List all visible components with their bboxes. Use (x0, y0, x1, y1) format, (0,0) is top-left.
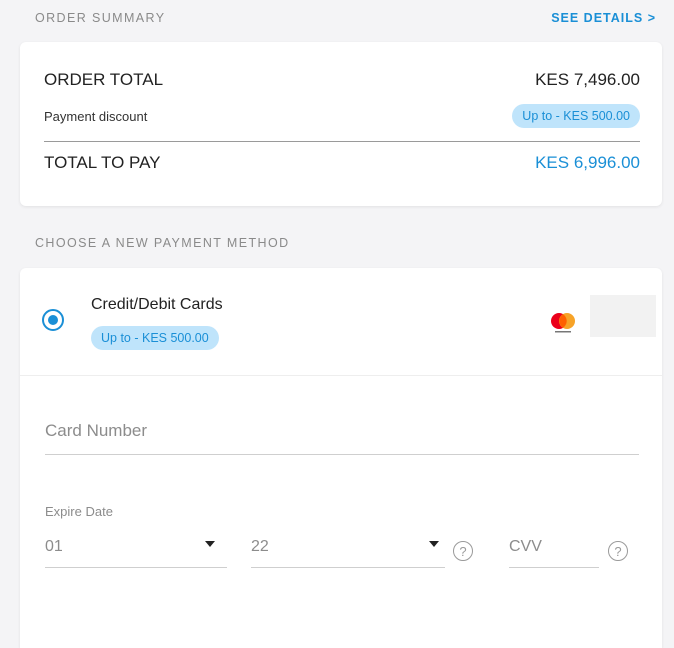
cvv-input[interactable]: CVV (509, 536, 599, 568)
cvv-placeholder: CVV (509, 538, 542, 555)
expire-month-value: 01 (45, 538, 63, 555)
payment-method-header: CHOOSE A NEW PAYMENT METHOD (35, 236, 656, 250)
card-brand-placeholder (590, 295, 656, 337)
total-to-pay-value: KES 6,996.00 (535, 153, 640, 172)
see-details-link[interactable]: SEE DETAILS > (551, 11, 656, 25)
card-number-input[interactable]: Card Number (45, 421, 639, 455)
expire-month-select[interactable]: 01 (45, 536, 227, 568)
mastercard-icon (551, 313, 575, 333)
total-to-pay-label: TOTAL TO PAY (44, 153, 161, 172)
chevron-down-icon (429, 541, 439, 547)
radio-selected-dot (48, 315, 58, 325)
summary-divider (44, 141, 640, 142)
payment-method-label: Credit/Debit Cards (91, 296, 223, 313)
credit-card-radio[interactable] (42, 309, 64, 331)
total-to-pay-row: TOTAL TO PAY KES 6,996.00 (44, 153, 640, 173)
order-summary-card: ORDER TOTAL KES 7,496.00 Payment discoun… (20, 42, 662, 206)
help-glyph: ? (614, 543, 622, 559)
order-total-value: KES 7,496.00 (535, 70, 640, 89)
expire-year-value: 22 (251, 538, 269, 555)
payment-discount-badge: Up to - KES 500.00 (512, 104, 640, 128)
help-glyph: ? (459, 543, 467, 559)
expire-year-select[interactable]: 22 (251, 536, 445, 568)
order-total-row: ORDER TOTAL KES 7,496.00 (44, 70, 640, 90)
cvv-help-icon[interactable]: ? (608, 541, 628, 561)
order-total-label: ORDER TOTAL (44, 70, 164, 89)
order-summary-header: ORDER SUMMARY SEE DETAILS > (35, 11, 656, 25)
payment-discount-label: Payment discount (44, 108, 148, 124)
payment-method-title: CHOOSE A NEW PAYMENT METHOD (35, 236, 290, 250)
method-separator (20, 375, 662, 376)
order-summary-title: ORDER SUMMARY (35, 11, 166, 25)
payment-discount-row: Payment discount Up to - KES 500.00 (44, 104, 640, 128)
chevron-down-icon (205, 541, 215, 547)
card-number-placeholder: Card Number (45, 421, 148, 440)
expire-date-label: Expire Date (45, 504, 113, 519)
payment-method-discount-badge: Up to - KES 500.00 (91, 326, 219, 350)
payment-method-card: Credit/Debit Cards Up to - KES 500.00 Ca… (20, 268, 662, 648)
expiry-help-icon[interactable]: ? (453, 541, 473, 561)
